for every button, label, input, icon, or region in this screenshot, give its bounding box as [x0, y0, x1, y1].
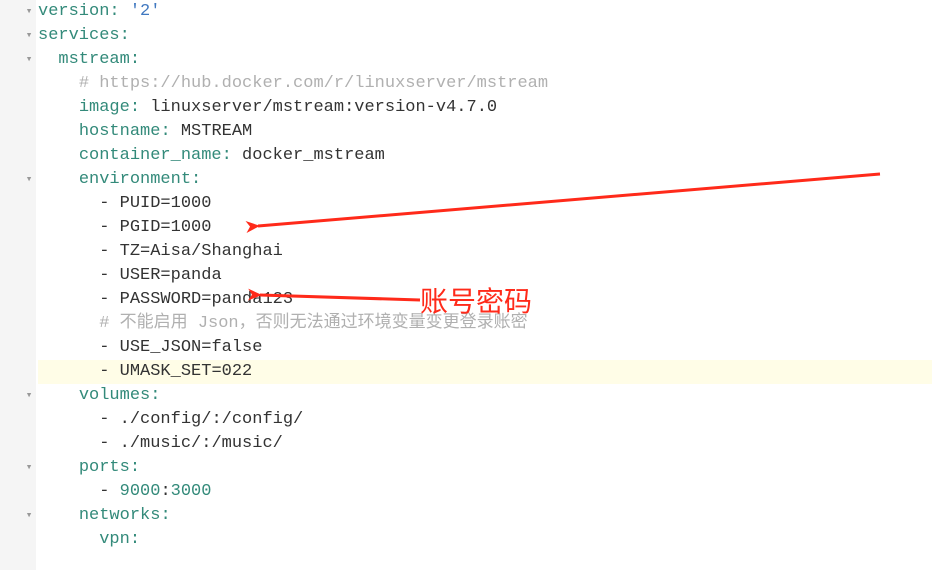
env-var: USER=panda: [120, 266, 222, 285]
fold-marker-icon: [22, 480, 36, 504]
code-line: - ./music/:/music/: [38, 432, 932, 456]
code-line: # https://hub.docker.com/r/linuxserver/m…: [38, 72, 932, 96]
env-var: UMASK_SET=022: [120, 362, 253, 381]
code-line: image: linuxserver/mstream:version-v4.7.…: [38, 96, 932, 120]
fold-marker-icon: [22, 96, 36, 120]
env-var: TZ=Aisa/Shanghai: [120, 242, 283, 261]
fold-marker-icon: [22, 264, 36, 288]
fold-marker-icon: [22, 312, 36, 336]
yaml-value: linuxserver/mstream:version-v4.7.0: [150, 98, 497, 117]
fold-marker-icon: [22, 336, 36, 360]
fold-marker-icon: [22, 528, 36, 552]
fold-marker-icon: [22, 408, 36, 432]
code-line: - 9000:3000: [38, 480, 932, 504]
port-container: 3000: [171, 482, 212, 501]
yaml-key: volumes: [79, 386, 150, 405]
yaml-key: container_name: [79, 146, 222, 165]
yaml-key: services: [38, 26, 120, 45]
code-line: hostname: MSTREAM: [38, 120, 932, 144]
code-line: - USE_JSON=false: [38, 336, 932, 360]
code-line-highlighted: - UMASK_SET=022: [38, 360, 932, 384]
yaml-value: MSTREAM: [181, 122, 252, 141]
fold-marker-icon[interactable]: ▾: [22, 384, 36, 408]
yaml-value: docker_mstream: [242, 146, 385, 165]
fold-marker-icon: [22, 120, 36, 144]
code-line: volumes:: [38, 384, 932, 408]
code-line: - USER=panda: [38, 264, 932, 288]
code-line: - TZ=Aisa/Shanghai: [38, 240, 932, 264]
yaml-key: hostname: [79, 122, 161, 141]
code-line: - PGID=1000: [38, 216, 932, 240]
yaml-key: ports: [79, 458, 130, 477]
annotation-label: 账号密码: [420, 290, 532, 314]
env-var: PASSWORD=panda123: [120, 290, 293, 309]
code-line: version: '2': [38, 0, 932, 24]
yaml-key: environment: [79, 170, 191, 189]
port-host: 9000: [120, 482, 161, 501]
code-line: - ./config/:/config/: [38, 408, 932, 432]
fold-marker-icon: [22, 216, 36, 240]
fold-marker-icon[interactable]: ▾: [22, 504, 36, 528]
env-var: USE_JSON=false: [120, 338, 263, 357]
code-line: - PUID=1000: [38, 192, 932, 216]
code-line: vpn:: [38, 528, 932, 552]
fold-marker-icon[interactable]: ▾: [22, 24, 36, 48]
fold-marker-icon: [22, 360, 36, 384]
code-line: ports:: [38, 456, 932, 480]
yaml-comment: # https://hub.docker.com/r/linuxserver/m…: [79, 74, 548, 93]
fold-marker-icon: [22, 72, 36, 96]
fold-marker-icon: [22, 192, 36, 216]
fold-marker-icon[interactable]: ▾: [22, 0, 36, 24]
volume-mapping: ./config/:/config/: [120, 410, 304, 429]
fold-marker-icon[interactable]: ▾: [22, 456, 36, 480]
code-line: container_name: docker_mstream: [38, 144, 932, 168]
yaml-key: networks: [79, 506, 161, 525]
fold-marker-icon: [22, 240, 36, 264]
fold-marker-icon[interactable]: ▾: [22, 48, 36, 72]
code-area[interactable]: version: '2' services: mstream: # https:…: [36, 0, 932, 570]
volume-mapping: ./music/:/music/: [120, 434, 283, 453]
code-editor: ▾ ▾ ▾ ▾ ▾ ▾ ▾ version: '2' services: mst…: [0, 0, 932, 570]
yaml-key: mstream: [58, 50, 129, 69]
code-line: mstream:: [38, 48, 932, 72]
code-line: networks:: [38, 504, 932, 528]
fold-marker-icon: [22, 288, 36, 312]
code-line: services:: [38, 24, 932, 48]
env-var: PGID=1000: [120, 218, 212, 237]
fold-marker-icon[interactable]: ▾: [22, 168, 36, 192]
yaml-key: version: [38, 2, 109, 21]
fold-marker-icon: [22, 144, 36, 168]
fold-gutter: ▾ ▾ ▾ ▾ ▾ ▾ ▾: [22, 0, 36, 570]
yaml-value: '2': [130, 2, 161, 21]
yaml-key: image: [79, 98, 130, 117]
fold-marker-icon: [22, 432, 36, 456]
line-number-gutter: [0, 0, 22, 570]
code-line: environment:: [38, 168, 932, 192]
yaml-key: vpn: [99, 530, 130, 549]
env-var: PUID=1000: [120, 194, 212, 213]
